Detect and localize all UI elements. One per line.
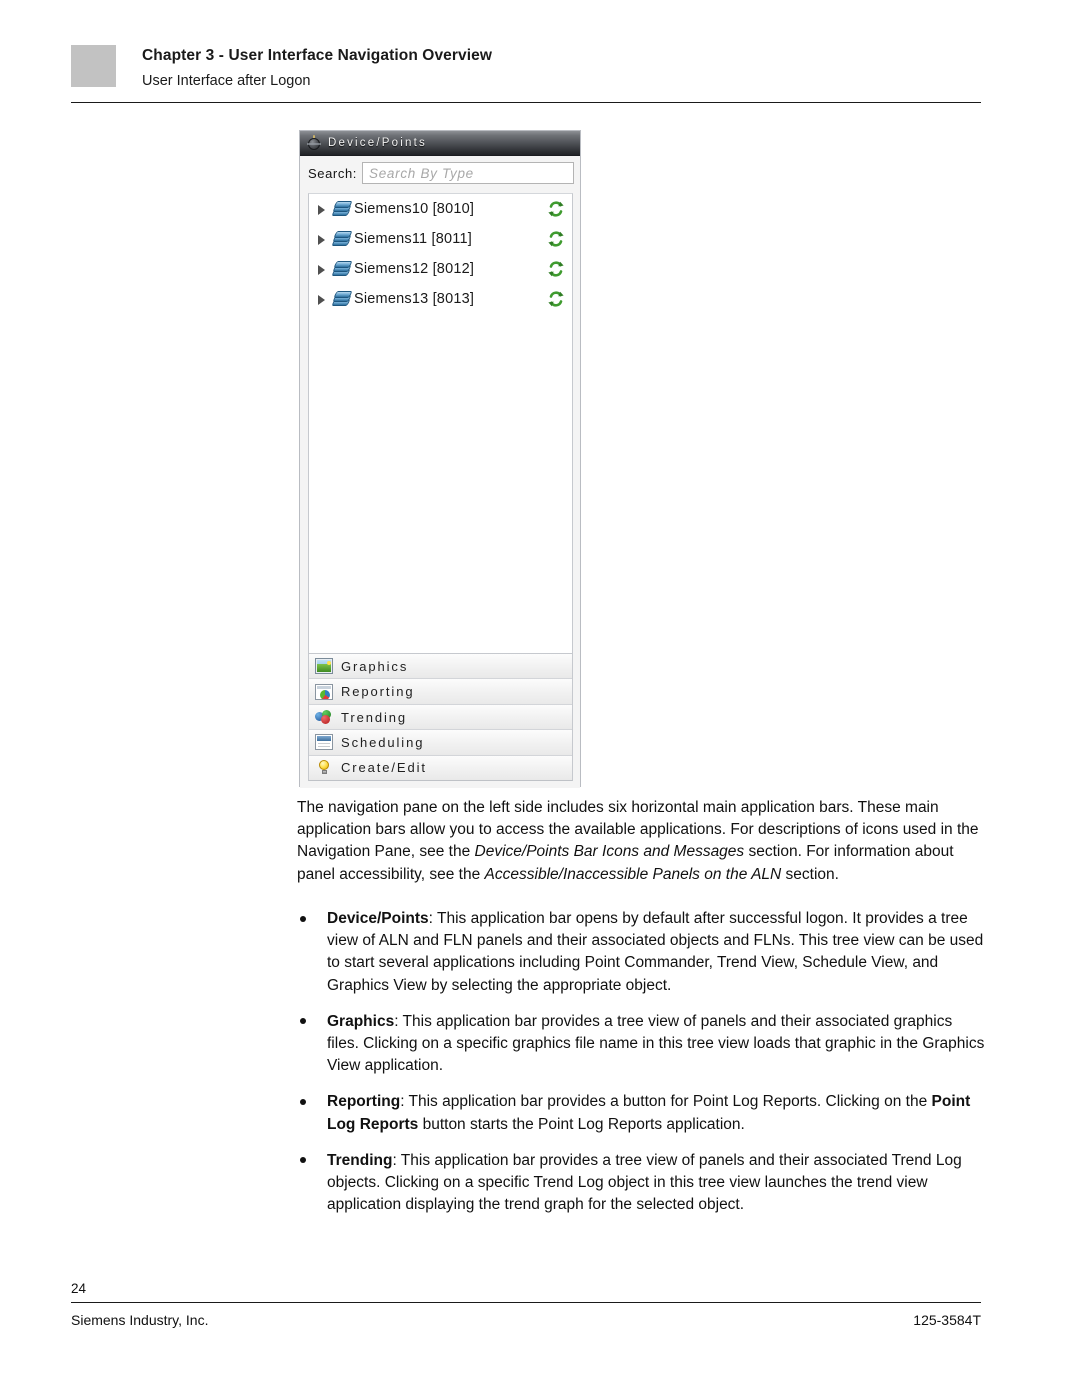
app-bar-label: Reporting [341, 684, 415, 700]
prose-emphasis-device-points-bar-icons: Device/Points Bar Icons and Messages [474, 843, 745, 861]
tree-item-label: Siemens10 [8010] [354, 201, 475, 217]
table-row[interactable]: Siemens13 [8013] [309, 284, 572, 314]
list-item-term: Trending [327, 1151, 393, 1169]
sync-refresh-icon[interactable] [547, 230, 565, 248]
panel-title: Device/Points [328, 137, 427, 149]
bullet-dot-icon [300, 1018, 306, 1025]
application-bars: Graphics Reporting Trending Scheduling C… [308, 653, 573, 781]
report-pie-chart-icon [315, 683, 333, 700]
device-stack-icon [330, 260, 353, 277]
device-stack-icon [330, 230, 353, 247]
app-bar-trending[interactable]: Trending [309, 704, 572, 731]
picture-icon [315, 658, 333, 675]
app-bar-graphics[interactable]: Graphics [309, 654, 572, 680]
footer-document-number: 125-3584T [913, 1312, 981, 1328]
page-number: 24 [71, 1281, 87, 1296]
tree-item-label: Siemens13 [8013] [354, 291, 475, 307]
bullet-dot-icon [300, 1098, 306, 1105]
prose-text-c: section. [781, 865, 839, 883]
app-bar-label: Graphics [341, 658, 409, 674]
table-row[interactable]: Siemens10 [8010] [309, 194, 572, 224]
collapsed-arrow-icon[interactable] [315, 233, 328, 246]
trending-circles-icon [315, 709, 333, 725]
panel-titlebar: Device/Points [300, 131, 580, 156]
footer-company: Siemens Industry, Inc. [71, 1312, 209, 1328]
page-header: Chapter 3 - User Interface Navigation Ov… [0, 0, 1080, 108]
lightbulb-icon [315, 759, 333, 776]
app-bar-reporting[interactable]: Reporting [309, 679, 572, 705]
table-row[interactable]: Siemens11 [8011] [309, 224, 572, 254]
list-item-text: : This application bar provides a tree v… [327, 1012, 985, 1075]
list-item-text-b: button starts the Point Log Reports appl… [418, 1115, 745, 1133]
table-row[interactable]: Siemens12 [8012] [309, 254, 572, 284]
list-item-term: Reporting [327, 1093, 401, 1111]
device-tree[interactable]: Siemens10 [8010] Siemens11 [8011] Siemen… [308, 193, 573, 663]
sync-refresh-icon[interactable] [547, 290, 565, 308]
list-item: Reporting: This application bar provides… [297, 1091, 987, 1135]
app-bar-label: Create/Edit [341, 760, 427, 776]
collapsed-arrow-icon[interactable] [315, 293, 328, 306]
section-subtitle: User Interface after Logon [142, 73, 311, 89]
search-input-placeholder: Search By Type [369, 165, 474, 181]
search-label: Search: [308, 165, 358, 181]
prose-emphasis-accessible-panels: Accessible/Inaccessible Panels on the AL… [484, 865, 782, 883]
chapter-title: Chapter 3 - User Interface Navigation Ov… [142, 47, 493, 64]
search-row: Search: Search By Type [300, 156, 580, 189]
app-bar-label: Scheduling [341, 734, 425, 750]
footer-divider [71, 1302, 981, 1303]
list-item-term: Graphics [327, 1012, 395, 1030]
list-item: Device/Points: This application bar open… [297, 908, 987, 997]
device-points-icon [306, 135, 322, 151]
header-decoration-block [71, 45, 116, 87]
search-input[interactable]: Search By Type [362, 162, 574, 184]
panel-body: Search: Search By Type Siemens10 [8010] [300, 156, 580, 788]
collapsed-arrow-icon[interactable] [315, 263, 328, 276]
list-item: Trending: This application bar provides … [297, 1150, 987, 1217]
list-item: Graphics: This application bar provides … [297, 1011, 987, 1078]
device-points-navigation-pane-figure: Device/Points Search: Search By Type Sie… [299, 130, 581, 788]
bullet-dot-icon [300, 915, 306, 922]
tree-item-label: Siemens12 [8012] [354, 261, 475, 277]
device-stack-icon [330, 200, 353, 217]
sync-refresh-icon[interactable] [547, 200, 565, 218]
device-stack-icon [330, 290, 353, 307]
list-item-text: : This application bar provides a tree v… [327, 1151, 962, 1214]
app-bar-label: Trending [341, 709, 408, 725]
app-bar-create-edit[interactable]: Create/Edit [309, 755, 572, 780]
intro-paragraph: The navigation pane on the left side inc… [297, 797, 983, 886]
tree-item-label: Siemens11 [8011] [354, 231, 472, 247]
application-bar-description-list: Device/Points: This application bar open… [297, 908, 987, 1230]
collapsed-arrow-icon[interactable] [315, 203, 328, 216]
list-item-term: Device/Points [327, 910, 429, 927]
calendar-window-icon [315, 734, 333, 751]
bullet-dot-icon [300, 1157, 306, 1164]
app-bar-scheduling[interactable]: Scheduling [309, 730, 572, 756]
header-divider [71, 102, 981, 103]
list-item-text-a: : This application bar provides a button… [400, 1093, 932, 1111]
sync-refresh-icon[interactable] [547, 260, 565, 278]
